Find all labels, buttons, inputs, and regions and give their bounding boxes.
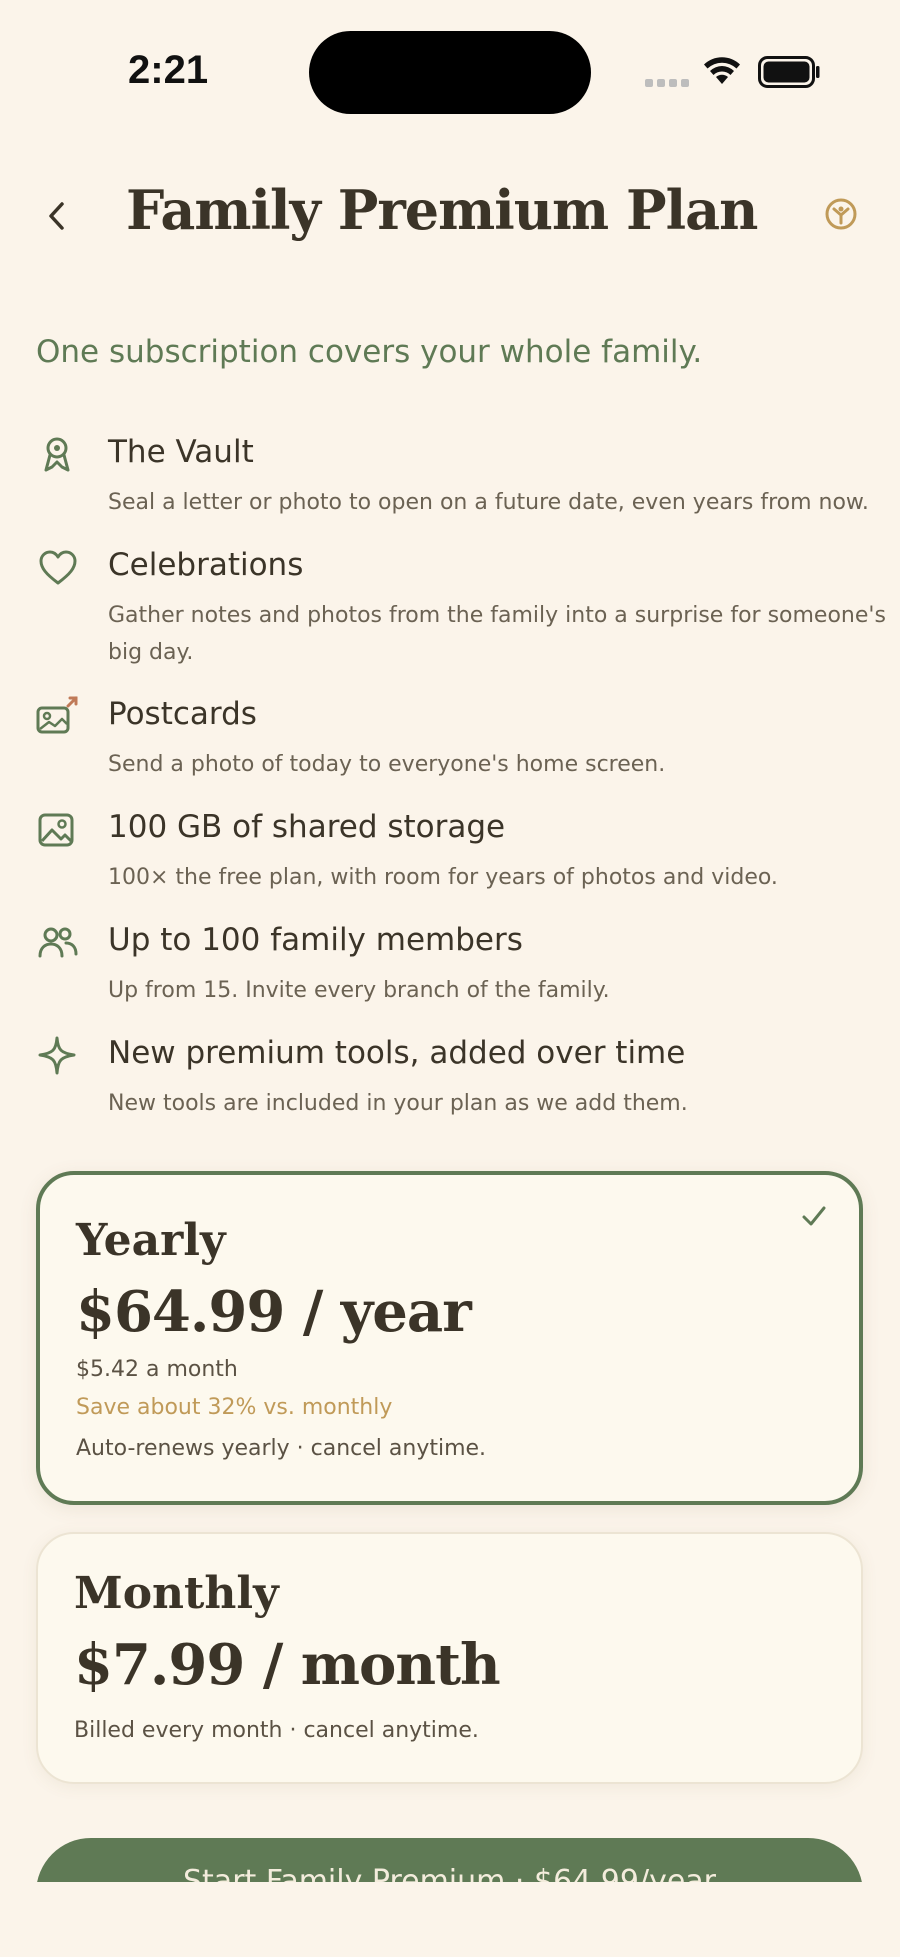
heart-icon [39, 550, 77, 585]
check-icon [802, 1206, 826, 1226]
status-bar: 2:21 [0, 0, 900, 140]
battery-icon [758, 56, 820, 88]
feature-title: New premium tools, added over time [108, 1035, 686, 1071]
plan-per-month: $5.42 a month [76, 1357, 238, 1382]
back-button[interactable] [36, 190, 80, 242]
plan-price: $7.99 / month [74, 1632, 501, 1698]
feature-title: The Vault [108, 434, 254, 470]
feature-title: Postcards [108, 696, 257, 732]
plan-name: Yearly [76, 1215, 226, 1266]
wifi-icon [704, 57, 740, 84]
feature-description: Gather notes and photos from the family … [108, 603, 886, 665]
feature-description: New tools are included in your plan as w… [108, 1091, 688, 1116]
feature-description: Send a photo of today to everyone's home… [108, 752, 666, 777]
feature-description: Seal a letter or photo to open on a futu… [108, 490, 869, 515]
sparkle-icon [38, 1036, 76, 1075]
page-title: Family Premium Plan [126, 178, 758, 242]
plan-name: Monthly [74, 1568, 279, 1619]
feature-description: Up from 15. Invite every branch of the f… [108, 978, 610, 1003]
start-subscription-button[interactable]: Start Family Premium · $64.99/year [36, 1838, 863, 1882]
cta-label: Start Family Premium · $64.99/year [183, 1864, 716, 1882]
plan-terms: Billed every month · cancel anytime. [74, 1718, 479, 1743]
plan-price: $64.99 / year [76, 1279, 472, 1345]
cellular-signal-icon [645, 79, 689, 89]
plan-savings: Save about 32% vs. monthly [76, 1395, 393, 1420]
dynamic-island [309, 31, 591, 114]
people-icon [38, 927, 78, 958]
feature-description: 100× the free plan, with room for years … [108, 865, 778, 890]
feature-title: Up to 100 family members [108, 922, 523, 958]
cta-clip: Start Family Premium · $64.99/year [0, 1820, 900, 1882]
plan-card-monthly[interactable]: Monthly $7.99 / month Billed every month… [36, 1532, 863, 1784]
plan-card-yearly[interactable]: Yearly $64.99 / year $5.42 a month Save … [36, 1171, 863, 1505]
feature-title: Celebrations [108, 547, 304, 583]
plan-terms: Auto-renews yearly · cancel anytime. [76, 1436, 487, 1461]
status-time: 2:21 [128, 48, 209, 92]
tree-badge-button[interactable] [824, 197, 858, 231]
page-subtitle: One subscription covers your whole famil… [36, 334, 703, 370]
feature-title: 100 GB of shared storage [108, 809, 506, 845]
postcard-icon [36, 696, 78, 734]
vault-icon [44, 437, 70, 472]
chevron-left-icon [49, 202, 64, 230]
storage-icon [38, 813, 74, 847]
tree-badge-icon [825, 198, 857, 230]
